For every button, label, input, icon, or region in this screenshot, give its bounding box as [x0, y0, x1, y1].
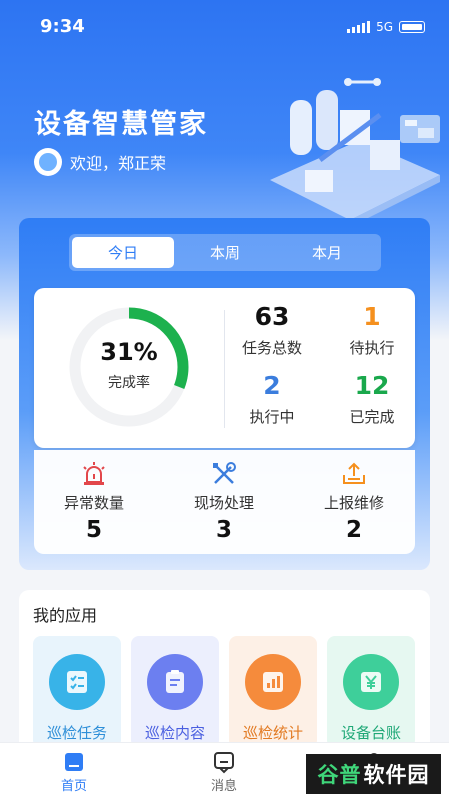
task-stats-card: 今日 本周 本月 31% 完成率 63 任务总数 1 待执行 2 执行中 12 …	[19, 218, 430, 570]
network-label: 5G	[376, 20, 393, 34]
metric-in-progress[interactable]: 2 执行中	[227, 371, 317, 427]
completion-donut	[69, 307, 189, 427]
app-inspection-stats-label: 巡检统计	[242, 724, 303, 742]
metric-pending[interactable]: 1 待执行	[327, 302, 417, 358]
action-onsite-label: 现场处理	[193, 494, 254, 512]
avatar[interactable]	[34, 148, 62, 176]
factory-illustration	[270, 78, 440, 227]
battery-icon	[399, 21, 425, 33]
action-report-label: 上报维修	[323, 494, 384, 512]
metric-in-progress-label: 执行中	[249, 408, 295, 426]
app-inspection-stats[interactable]: 巡检统计	[229, 636, 317, 748]
action-abnormal[interactable]: 异常数量 5	[34, 460, 154, 543]
status-indicators: 5G	[347, 20, 425, 34]
metric-completed-value: 12	[354, 371, 390, 400]
welcome-text: 欢迎，郑正荣	[70, 154, 167, 173]
page-title: 设备智慧管家	[34, 109, 208, 140]
metric-total-value: 63	[254, 302, 290, 331]
app-equipment-ledger[interactable]: 设备台账	[327, 636, 415, 748]
tab-today[interactable]: 今日	[72, 237, 174, 268]
apps-title: 我的应用	[33, 606, 98, 625]
action-row: 异常数量 5 现场处理 3 上报维修 2	[34, 450, 415, 554]
clipboard-icon	[147, 654, 203, 710]
yuan-icon	[343, 654, 399, 710]
summary-panel: 31% 完成率 63 任务总数 1 待执行 2 执行中 12 已完成	[34, 288, 415, 448]
bar-chart-icon	[245, 654, 301, 710]
upload-icon	[343, 462, 365, 484]
nav-messages-label: 消息	[210, 779, 237, 794]
completion-label: 完成率	[108, 375, 150, 391]
watermark-logo: 谷普 软件园	[306, 754, 441, 794]
nav-home-label: 首页	[60, 779, 87, 794]
metric-in-progress-value: 2	[263, 371, 281, 400]
tools-icon	[213, 462, 236, 484]
metric-completed[interactable]: 12 已完成	[327, 371, 417, 427]
action-abnormal-value: 5	[85, 517, 102, 543]
metric-pending-value: 1	[363, 302, 381, 331]
watermark-part2: 软件园	[363, 763, 430, 787]
action-report-value: 2	[345, 517, 362, 543]
app-inspection-task-label: 巡检任务	[46, 724, 107, 742]
nav-home[interactable]: 首页	[34, 749, 114, 794]
completion-rate: 31%	[100, 338, 158, 366]
metric-pending-label: 待执行	[349, 339, 395, 357]
tab-week[interactable]: 本周	[174, 237, 276, 268]
checklist-icon	[49, 654, 105, 710]
period-tabs: 今日 本周 本月	[69, 234, 381, 271]
action-report[interactable]: 上报维修 2	[294, 460, 414, 543]
watermark-part1: 谷普	[317, 763, 362, 787]
app-inspection-content-label: 巡检内容	[144, 724, 205, 742]
my-apps-card: 我的应用 巡检任务 巡检内容 巡检统计 设备台账	[19, 590, 430, 760]
nav-messages[interactable]: 消息	[184, 749, 264, 794]
action-onsite[interactable]: 现场处理 3	[164, 460, 284, 543]
tab-month[interactable]: 本月	[276, 237, 378, 268]
metric-total[interactable]: 63 任务总数	[227, 302, 317, 358]
action-onsite-value: 3	[215, 517, 232, 543]
divider	[224, 310, 225, 428]
app-inspection-content[interactable]: 巡检内容	[131, 636, 219, 748]
message-icon	[214, 752, 234, 774]
app-equipment-ledger-label: 设备台账	[340, 724, 401, 742]
status-time: 9:34	[40, 16, 85, 37]
metric-total-label: 任务总数	[241, 339, 302, 357]
metric-completed-label: 已完成	[349, 408, 395, 426]
welcome-row: 欢迎，郑正荣	[34, 148, 166, 176]
app-inspection-task[interactable]: 巡检任务	[33, 636, 121, 748]
signal-icon	[347, 21, 371, 33]
alarm-icon	[83, 462, 105, 485]
action-abnormal-label: 异常数量	[63, 494, 124, 512]
home-icon	[65, 753, 83, 771]
status-bar: 9:34 5G	[0, 0, 449, 56]
